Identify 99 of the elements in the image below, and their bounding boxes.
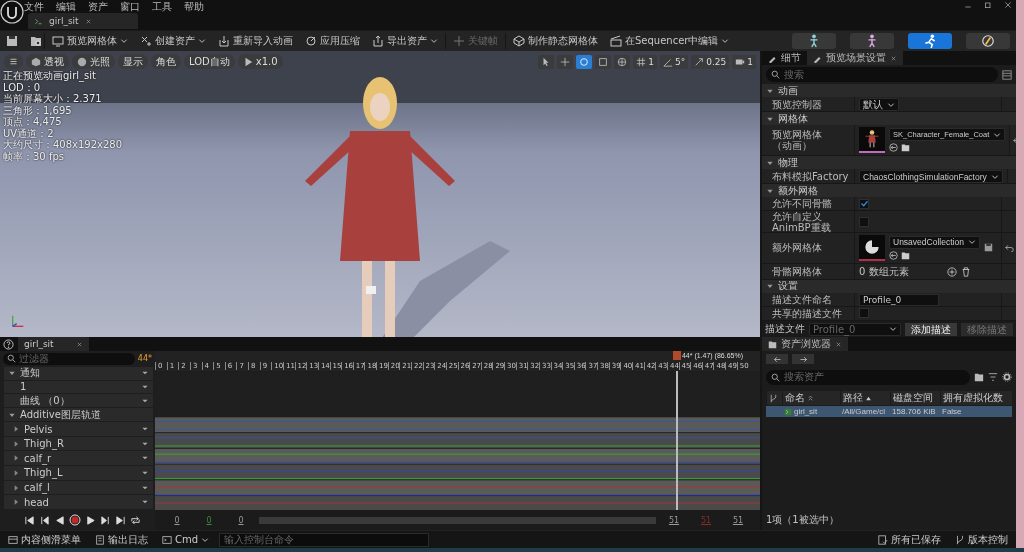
property-label: 额外网格体 bbox=[772, 242, 823, 254]
bone-track[interactable]: calf_l bbox=[4, 480, 153, 495]
search-field[interactable]: 搜索 bbox=[766, 67, 998, 82]
column-header[interactable]: 路径 bbox=[840, 391, 890, 405]
toolbar-button[interactable]: 在Sequencer中编辑 bbox=[605, 32, 735, 50]
viewport-button[interactable]: 光照 bbox=[72, 54, 115, 69]
toolbar-button[interactable]: 预览网格体 bbox=[47, 32, 133, 50]
column-header[interactable]: 拥有虚拟化数 bbox=[940, 391, 1012, 405]
property-label: 共享的描述文件 bbox=[772, 308, 843, 319]
asset-dropdown[interactable]: UnsavedCollection bbox=[889, 235, 980, 249]
viewport-stat: 正在预览动画girl_sit bbox=[3, 70, 97, 82]
bone-track[interactable]: Thigh_L bbox=[4, 466, 153, 480]
track-label: 曲线 （0） bbox=[20, 393, 70, 408]
viewport-button[interactable]: 角色 bbox=[151, 54, 181, 69]
table-cell: False bbox=[942, 407, 962, 416]
toolbar-button[interactable]: 重新导入动画 bbox=[213, 32, 298, 50]
toolbar-button[interactable]: 创建资产 bbox=[135, 32, 211, 50]
table-cell: 158.706 KiB bbox=[892, 407, 936, 416]
viewport-button[interactable]: 显示 bbox=[118, 54, 148, 69]
range-field[interactable]: 0 bbox=[195, 515, 223, 525]
property-label: 预览控制器 bbox=[772, 99, 823, 110]
selection-count: 1项（1被选中） bbox=[765, 513, 840, 527]
search-field[interactable]: 搜索资产 bbox=[766, 369, 970, 385]
viewport-button[interactable]: LOD自动 bbox=[184, 54, 235, 69]
timeline-tab[interactable]: girl_sit bbox=[18, 337, 89, 351]
property-label: 允许不同骨骼 bbox=[772, 198, 833, 210]
viewport-stat: 当前屏幕大小：2.371 bbox=[3, 93, 103, 105]
value-dropdown[interactable]: 默认 bbox=[859, 98, 899, 111]
toolbar-button[interactable]: 制作静态网格体 bbox=[508, 32, 603, 50]
status-button[interactable]: 输出日志 bbox=[91, 532, 152, 547]
property-label: （动画） bbox=[772, 140, 813, 152]
menu-item[interactable]: 资产 bbox=[88, 0, 108, 14]
filter-field[interactable]: 过滤器 bbox=[3, 352, 135, 365]
track-label: Additive图层轨道 bbox=[20, 407, 101, 422]
viewport-button[interactable]: x1.0 bbox=[237, 54, 283, 69]
viewport-stat: UV通道：2 bbox=[3, 127, 55, 139]
viewport-button[interactable]: 透视 bbox=[26, 54, 69, 69]
menu-item[interactable]: 工具 bbox=[152, 0, 172, 14]
section-header[interactable]: 物理 bbox=[762, 156, 1016, 170]
viewport-stat: LOD：0 bbox=[3, 81, 42, 93]
text-field[interactable]: Profile_0 bbox=[859, 293, 939, 306]
toolbar-button[interactable]: 导出资产 bbox=[367, 32, 443, 50]
panel-tab[interactable]: 细节 bbox=[762, 51, 807, 65]
track-label: 1 bbox=[20, 381, 27, 393]
range-field[interactable]: 51 bbox=[724, 515, 752, 525]
bone-track[interactable]: head bbox=[4, 495, 153, 509]
track-row[interactable]: 曲线 （0） bbox=[4, 394, 153, 408]
column-header[interactable]: 磁盘空间 bbox=[890, 391, 940, 405]
section-header[interactable]: 网格体 bbox=[762, 112, 1016, 126]
array-count: 0 数组元素 bbox=[859, 264, 909, 279]
menu-item[interactable]: 文件 bbox=[24, 0, 44, 14]
property-label: 布料模拟Factory bbox=[772, 171, 850, 183]
section-header[interactable]: 动画 bbox=[762, 84, 1016, 97]
track-label: 通知 bbox=[20, 366, 40, 381]
table-cell: /All/Game/cl bbox=[842, 407, 886, 416]
range-field[interactable]: 0 bbox=[227, 515, 255, 525]
menu-item[interactable]: 窗口 bbox=[120, 0, 140, 14]
track-label: calf_l bbox=[24, 482, 50, 494]
status-button[interactable]: 版本控制 bbox=[951, 532, 1012, 547]
table-cell: girl_sit bbox=[794, 407, 818, 416]
menu-item[interactable]: 帮助 bbox=[184, 0, 204, 14]
value-dropdown[interactable]: ChaosClothingSimulationFactory bbox=[859, 170, 1003, 184]
track-section[interactable]: Additive图层轨道 bbox=[4, 408, 153, 422]
asset-row[interactable]: girl_sit /All/Game/cl 158.706 KiB False bbox=[766, 406, 1012, 417]
field-label: 描述文件 bbox=[765, 322, 805, 336]
bone-track[interactable]: calf_r bbox=[4, 451, 153, 466]
viewport-stat: 顶点：4,475 bbox=[3, 116, 63, 128]
track-label: calf_r bbox=[24, 452, 52, 464]
current-frame: 44* bbox=[137, 354, 152, 364]
property-label: 预览网格体 bbox=[772, 129, 823, 141]
track-label: head bbox=[24, 496, 49, 508]
range-field[interactable]: 0 bbox=[163, 515, 191, 525]
cmd-dropdown[interactable]: Cmd bbox=[158, 534, 214, 545]
property-label: 允许自定义AnimBP重载 bbox=[772, 211, 832, 234]
status-button[interactable]: 所有已保存 bbox=[874, 532, 945, 547]
track-label: Thigh_R bbox=[24, 438, 64, 450]
range-field[interactable]: 51 bbox=[660, 515, 688, 525]
bone-track[interactable]: Pelvis bbox=[4, 422, 153, 436]
status-button[interactable]: 内容侧滑菜单 bbox=[4, 532, 85, 547]
console-input[interactable]: 输入控制台命令 bbox=[219, 532, 430, 547]
track-label: Thigh_L bbox=[24, 467, 63, 479]
add-button[interactable]: 添加描述 bbox=[905, 322, 957, 336]
track-section[interactable]: 通知 bbox=[4, 366, 153, 380]
toolbar-button[interactable]: 应用压缩 bbox=[300, 32, 365, 50]
panel-tab[interactable]: 预览场景设置 bbox=[807, 51, 903, 65]
track-label: Pelvis bbox=[24, 423, 53, 435]
viewport-stat: 三角形：1,695 bbox=[3, 104, 73, 116]
bone-track[interactable]: Thigh_R bbox=[4, 436, 153, 451]
panel-tab[interactable]: 资产浏览器 bbox=[762, 337, 848, 351]
track-row[interactable]: 1 bbox=[4, 380, 153, 394]
section-header[interactable]: 额外网格 bbox=[762, 184, 1016, 198]
column-header[interactable]: 命名 bbox=[782, 391, 840, 405]
tab-title: girl_sit bbox=[49, 16, 79, 26]
property-label: 骨骼网格体 bbox=[772, 266, 823, 278]
menu-item[interactable]: 编辑 bbox=[56, 0, 76, 14]
document-tab[interactable]: girl_sit bbox=[28, 13, 138, 29]
viewport-stat: 大约尺寸：408x192x280 bbox=[3, 139, 123, 151]
viewport-stat: 帧率：30 fps bbox=[3, 150, 65, 162]
property-label: 描述文件命名 bbox=[772, 294, 833, 306]
